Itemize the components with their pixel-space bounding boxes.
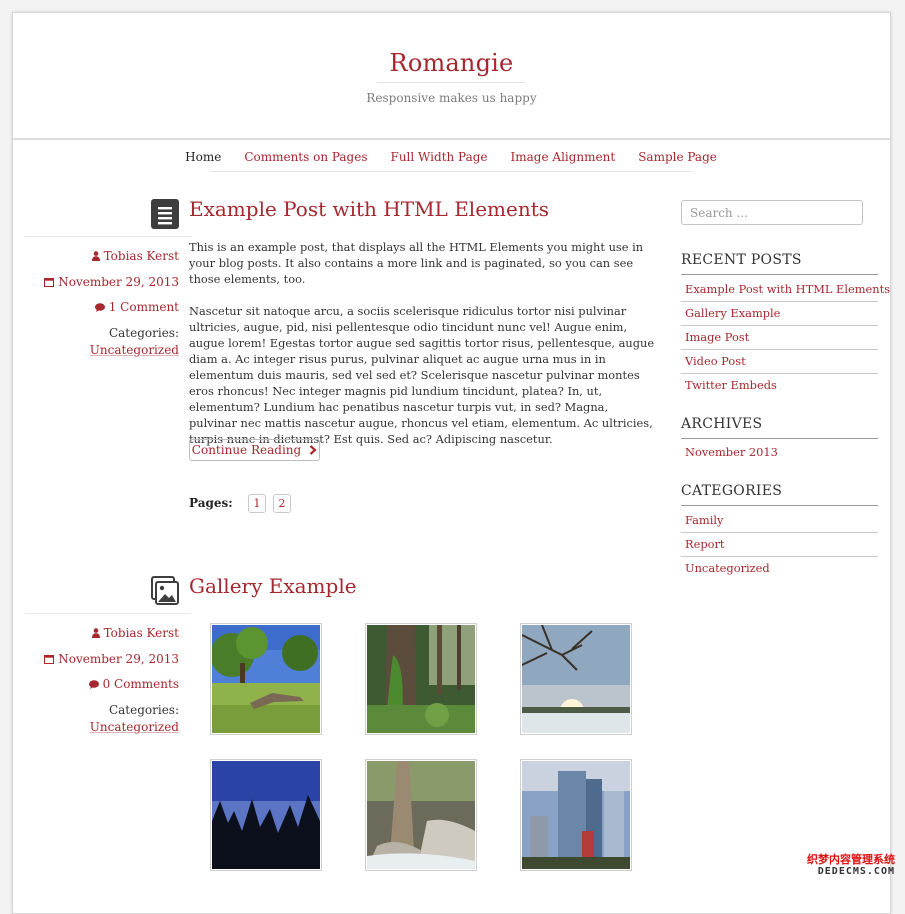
- category-widget-link[interactable]: Family: [681, 509, 878, 533]
- recent-post-link[interactable]: Image Post: [681, 326, 878, 350]
- post-date[interactable]: November 29, 2013: [44, 652, 179, 666]
- category-link[interactable]: Uncategorized: [90, 343, 179, 357]
- archives-title: ARCHIVES: [681, 416, 878, 439]
- nav-item-comments-on-pages[interactable]: Comments on Pages: [244, 150, 367, 164]
- post-comments-link[interactable]: 0 Comments: [88, 677, 179, 691]
- categories-label: Categories:: [108, 326, 179, 340]
- calendar-icon: [44, 278, 55, 287]
- bare-branches-sunset-photo: [522, 625, 630, 733]
- post-paragraph: Nascetur sit natoque arcu, a sociis scel…: [189, 304, 655, 446]
- gallery-thumbnail[interactable]: [210, 759, 322, 871]
- categories-list: Family Report Uncategorized: [681, 509, 878, 580]
- post-date[interactable]: November 29, 2013: [44, 275, 179, 289]
- title-divider: [377, 82, 525, 83]
- post-title[interactable]: Example Post with HTML Elements: [189, 197, 549, 221]
- page-link-1[interactable]: 1: [248, 494, 266, 513]
- gallery-thumbnail[interactable]: [520, 623, 632, 735]
- recent-posts-list: Example Post with HTML Elements Gallery …: [681, 278, 890, 397]
- post-author[interactable]: Tobias Kerst: [91, 249, 179, 263]
- rocky-stream-photo: [367, 761, 475, 869]
- category-widget-link[interactable]: Report: [681, 533, 878, 557]
- recent-post-link[interactable]: Twitter Embeds: [681, 374, 878, 397]
- site-title[interactable]: Romangie: [13, 49, 890, 77]
- recent-post-link[interactable]: Example Post with HTML Elements: [681, 278, 890, 302]
- text-lines-icon: [151, 199, 179, 229]
- post-body: This is an example post, that displays a…: [189, 239, 659, 463]
- post-title[interactable]: Gallery Example: [189, 574, 357, 598]
- gallery-thumbnail[interactable]: [520, 759, 632, 871]
- mossy-tree-photo: [367, 625, 475, 733]
- categories-label: Categories:: [108, 703, 179, 717]
- watermark-line-1: 织梦内容管理系统: [807, 853, 895, 866]
- archive-link[interactable]: November 2013: [681, 441, 878, 464]
- gallery-thumbnail[interactable]: [365, 759, 477, 871]
- post-date-text: November 29, 2013: [58, 652, 179, 666]
- category-widget-link[interactable]: Uncategorized: [681, 557, 878, 580]
- user-icon: [91, 251, 100, 261]
- site-tagline: Responsive makes us happy: [366, 91, 537, 105]
- continue-reading-label: Continue Reading: [191, 443, 302, 457]
- post-date-text: November 29, 2013: [58, 275, 179, 289]
- meta-divider: [25, 613, 191, 614]
- recent-post-link[interactable]: Gallery Example: [681, 302, 878, 326]
- post-author-name: Tobias Kerst: [103, 249, 179, 263]
- gallery-icon: [151, 576, 179, 605]
- post-comments-count: 1 Comment: [108, 300, 179, 314]
- main-nav: Home Comments on Pages Full Width Page I…: [185, 143, 717, 172]
- post-author-name: Tobias Kerst: [103, 626, 179, 640]
- post-author[interactable]: Tobias Kerst: [91, 626, 179, 640]
- post-paragraph: This is an example post, that displays a…: [189, 240, 644, 286]
- recent-posts-title: RECENT POSTS: [681, 252, 878, 275]
- user-icon: [91, 628, 100, 638]
- calendar-icon: [44, 655, 55, 664]
- recent-post-link[interactable]: Video Post: [681, 350, 878, 374]
- page-link-2[interactable]: 2: [273, 494, 291, 513]
- gallery-thumbnail[interactable]: [210, 623, 322, 735]
- nav-item-image-alignment[interactable]: Image Alignment: [511, 150, 616, 164]
- nav-item-home[interactable]: Home: [185, 150, 221, 164]
- gallery-thumbnail[interactable]: [365, 623, 477, 735]
- meadow-tree-photo: [212, 625, 320, 733]
- post-comments-link[interactable]: 1 Comment: [94, 300, 179, 314]
- nav-item-full-width-page[interactable]: Full Width Page: [391, 150, 488, 164]
- post-comments-count: 0 Comments: [102, 677, 179, 691]
- continue-reading-button[interactable]: Continue Reading: [189, 439, 320, 461]
- category-link[interactable]: Uncategorized: [90, 720, 179, 734]
- glass-skyscrapers-photo: [522, 761, 630, 869]
- comment-icon: [94, 303, 105, 312]
- meta-divider: [25, 236, 191, 237]
- comment-icon: [88, 680, 99, 689]
- chevron-right-icon: [309, 445, 317, 455]
- archives-list: November 2013: [681, 441, 878, 464]
- nav-item-sample-page[interactable]: Sample Page: [638, 150, 717, 164]
- header-divider: [13, 138, 890, 140]
- silhouette-trees-photo: [212, 761, 320, 869]
- watermark-line-2: DEDECMS.COM: [817, 866, 895, 877]
- search-input[interactable]: [681, 200, 863, 225]
- categories-title: CATEGORIES: [681, 483, 878, 506]
- page-container: Romangie Responsive makes us happy Home …: [12, 12, 891, 914]
- watermark: 织梦内容管理系统 DEDECMS.COM: [795, 853, 895, 878]
- pages-label: Pages:: [189, 496, 233, 510]
